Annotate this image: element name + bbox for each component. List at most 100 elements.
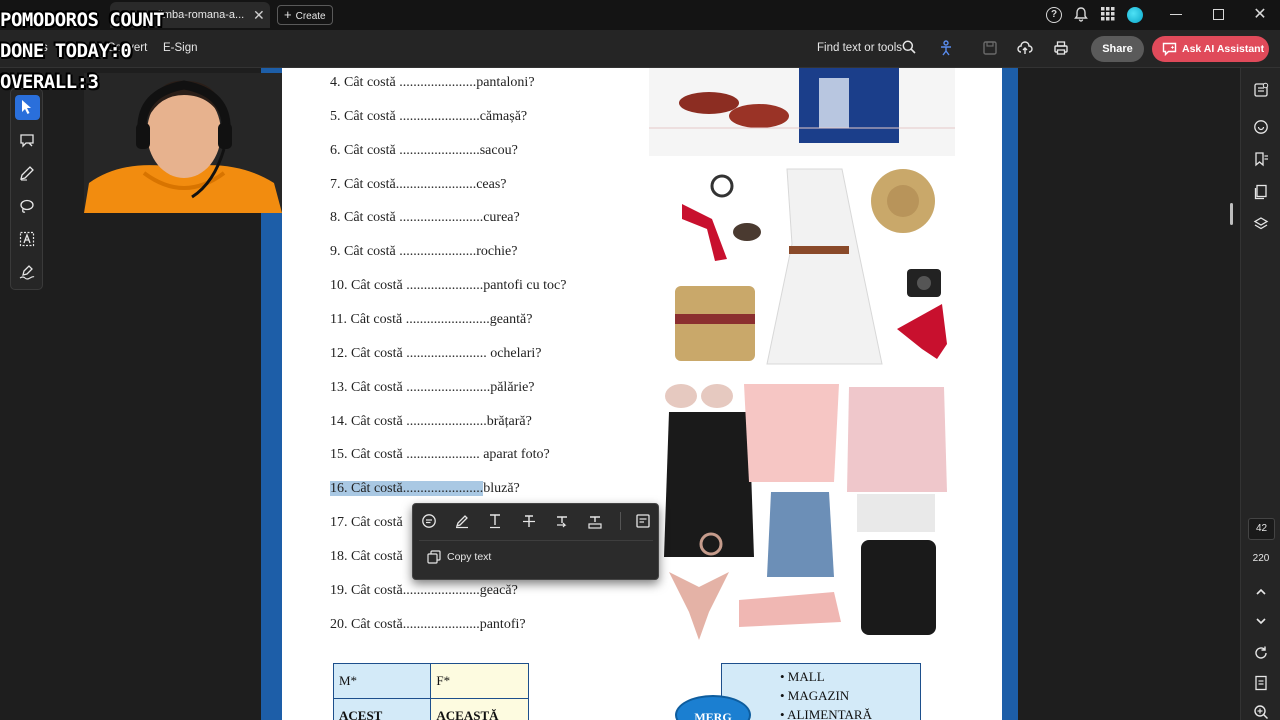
acrobat-window: limba-romana-a... ✕ + Create ? ✕ s Conver…: [0, 0, 1280, 720]
comment-tool[interactable]: [15, 128, 40, 153]
copy-text-item[interactable]: Copy text: [427, 550, 491, 564]
question-item: curea?: [483, 210, 520, 226]
question-item: ceas?: [476, 176, 507, 192]
page-thumbnails-icon[interactable]: [1253, 184, 1269, 200]
menu-item-esign[interactable]: E-Sign: [163, 42, 198, 54]
share-button[interactable]: Share: [1091, 36, 1144, 62]
question-prefix: 10. Cât costă ......................: [330, 278, 484, 294]
question-item: geacă?: [479, 582, 518, 598]
upload-cloud-icon[interactable]: [1017, 40, 1033, 56]
question-line: 4. Cât costă ......................panta…: [330, 75, 535, 91]
question-prefix: 9. Cât costă ......................: [330, 244, 477, 260]
pomodoro-overlay: POMODOROS COUNT DONE TODAY:0 OVERALL:3: [0, 5, 165, 98]
zoom-in-icon[interactable]: [1253, 704, 1269, 720]
table-f-header: F*: [430, 663, 529, 699]
table-m-value: ACEST: [332, 698, 432, 720]
question-prefix: 12. Cât costă .......................: [330, 345, 491, 361]
select-tool[interactable]: [15, 95, 40, 120]
popup-separator: [419, 540, 653, 541]
maximize-icon[interactable]: [1213, 9, 1224, 20]
copy-icon: [427, 550, 441, 564]
plus-icon: +: [284, 7, 292, 22]
layers-icon[interactable]: [1253, 216, 1269, 232]
more-options-icon[interactable]: [635, 513, 651, 529]
print-icon[interactable]: [1053, 40, 1069, 56]
question-prefix: 11. Cât costă ........................: [330, 311, 490, 327]
pdf-page[interactable]: 4. Cât costă ......................panta…: [282, 68, 1002, 720]
overall-label: OVERALL:3: [0, 71, 99, 93]
question-line: 11. Cât costă ........................ge…: [330, 312, 532, 328]
place-item: • ALIMENTARĂ: [780, 707, 872, 720]
question-prefix: 20. Cât costă......................: [330, 616, 480, 632]
ask-ai-assistant-button[interactable]: Ask AI Assistant: [1152, 36, 1269, 62]
question-prefix: 6. Cât costă .......................: [330, 142, 480, 158]
question-prefix: 17. Cât costă: [330, 515, 403, 531]
page-fit-icon[interactable]: [1253, 675, 1269, 691]
search-icon[interactable]: [902, 40, 916, 54]
question-line: 7. Cât costă.......................ceas?: [330, 177, 507, 193]
question-line: 20. Cât costă......................panto…: [330, 617, 526, 633]
tab-title: limba-romana-a...: [158, 9, 245, 21]
highlight-pen-icon[interactable]: [454, 513, 470, 529]
question-item: cămașă?: [479, 108, 528, 124]
question-line: 18. Cât costă: [330, 549, 403, 565]
shoes-and-jacket-photo: [649, 68, 955, 156]
text-box-icon: [19, 231, 35, 247]
create-button[interactable]: + Create: [277, 5, 333, 25]
minimize-icon[interactable]: [1170, 14, 1182, 15]
profile-avatar-icon[interactable]: [1127, 7, 1143, 23]
replace-text-icon[interactable]: [554, 513, 570, 529]
vertical-scrollbar[interactable]: [1230, 203, 1233, 225]
comments-panel-icon[interactable]: [1253, 119, 1269, 135]
question-prefix: 18. Cât costă: [330, 548, 403, 564]
cursor-arrow-icon: [22, 100, 31, 114]
place-item: • MALL: [780, 669, 825, 684]
window-close-icon[interactable]: ✕: [1252, 7, 1268, 23]
bookmarks-icon[interactable]: [1253, 151, 1269, 167]
question-prefix: 16. Cât costă.......................: [330, 481, 484, 497]
tab-close-icon[interactable]: ✕: [253, 7, 265, 23]
place-item: • MAGAZIN: [780, 688, 850, 703]
clothing-and-bags-photo: [659, 382, 952, 642]
question-line: 13. Cât costă ........................pă…: [330, 380, 535, 396]
add-comment-icon[interactable]: [421, 513, 437, 529]
strikethrough-icon[interactable]: [521, 513, 537, 529]
question-prefix: 13. Cât costă ........................: [330, 379, 491, 395]
create-label: Create: [295, 11, 326, 22]
question-item: pantofi?: [479, 616, 526, 632]
underline-text-icon[interactable]: [487, 513, 503, 529]
apps-grid-icon[interactable]: [1100, 7, 1116, 23]
question-item: brățară?: [486, 413, 532, 429]
dress-and-accessories-photo: [667, 164, 957, 369]
save-icon[interactable]: [982, 40, 998, 56]
previous-page-chevron-up-icon[interactable]: [1253, 584, 1269, 600]
question-item: pantofi cu toc?: [483, 278, 567, 294]
question-line: 6. Cât costă .......................saco…: [330, 143, 518, 159]
popup-divider: [620, 512, 621, 530]
main-toolbar: s Convert E-Sign Find text or tools Shar…: [0, 30, 1280, 68]
all-tools-icon[interactable]: [1253, 82, 1269, 98]
places-box: • MALL • MAGAZIN • ALIMENTARĂ: [721, 663, 921, 720]
next-page-chevron-down-icon[interactable]: [1253, 613, 1269, 629]
text-box-tool[interactable]: [15, 227, 40, 252]
question-prefix: 5. Cât costă .......................: [330, 108, 480, 124]
table-f-value: ACEASTĂ: [430, 698, 529, 720]
help-icon[interactable]: ?: [1046, 7, 1062, 23]
find-text-or-tools[interactable]: Find text or tools: [817, 42, 902, 54]
question-item: pălărie?: [490, 379, 535, 395]
copy-text-label: Copy text: [447, 550, 492, 563]
sign-tool[interactable]: [15, 260, 40, 285]
notifications-bell-icon[interactable]: [1073, 7, 1089, 23]
accessibility-icon[interactable]: [938, 40, 954, 56]
question-prefix: 4. Cât costă ......................: [330, 75, 477, 90]
current-page-number[interactable]: 42: [1248, 518, 1275, 540]
question-item: ochelari?: [490, 345, 542, 361]
pen-icon: [20, 166, 34, 181]
highlight-tool[interactable]: [15, 161, 40, 186]
insert-text-icon[interactable]: [587, 513, 603, 529]
lasso-icon: [20, 199, 34, 213]
pomodoro-count-label: POMODOROS COUNT: [0, 9, 165, 31]
rotate-refresh-icon[interactable]: [1253, 645, 1269, 661]
title-bar: limba-romana-a... ✕ + Create ? ✕: [0, 0, 1280, 30]
draw-tool[interactable]: [15, 194, 40, 219]
